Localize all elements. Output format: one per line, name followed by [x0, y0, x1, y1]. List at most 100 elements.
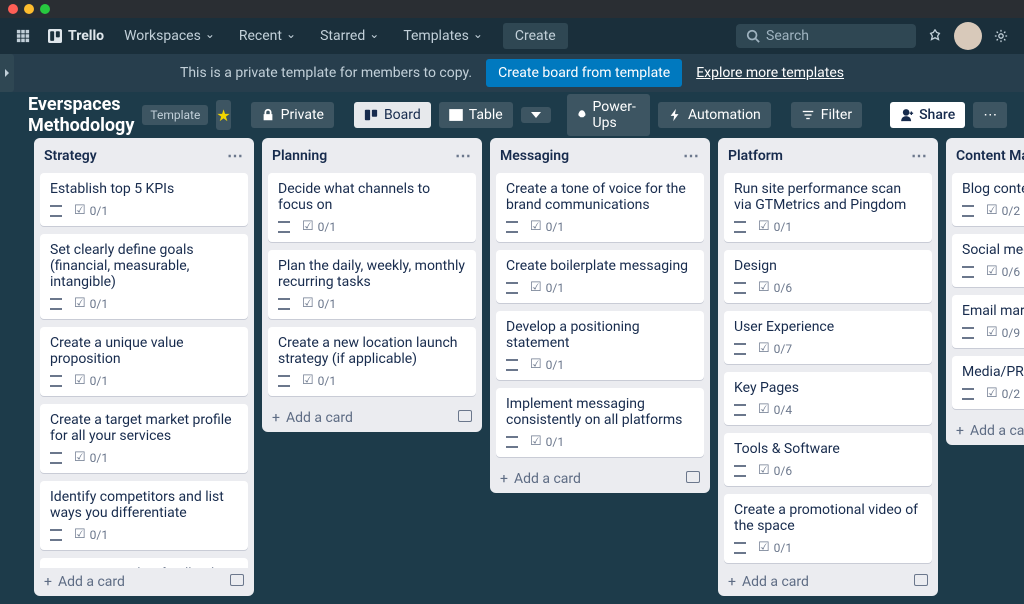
add-card-label: Add a card — [286, 410, 353, 426]
card[interactable]: Media/PR0/2 — [952, 356, 1024, 409]
list-menu-button[interactable]: ⋯ — [911, 146, 928, 165]
card[interactable]: Create a target market profile for all y… — [40, 404, 248, 473]
checklist-icon — [74, 373, 86, 388]
list-menu-button[interactable]: ⋯ — [227, 146, 244, 165]
checklist-count: 0/1 — [546, 281, 564, 295]
search-input[interactable]: Search — [736, 24, 916, 48]
card[interactable]: Plan the daily, weekly, monthly recurrin… — [268, 250, 476, 319]
checklist-icon — [986, 386, 998, 401]
nav-starred[interactable]: Starred — [310, 24, 389, 48]
view-switcher-dropdown[interactable] — [521, 107, 551, 123]
nav-workspaces[interactable]: Workspaces — [114, 24, 225, 48]
settings-gear-icon[interactable] — [986, 21, 1016, 51]
template-badge[interactable]: Template — [142, 105, 208, 125]
card-template-icon[interactable] — [686, 471, 700, 487]
template-banner: This is a private template for members t… — [0, 54, 1024, 92]
card[interactable]: Create a member feedback survey to learn… — [40, 558, 248, 568]
card[interactable]: Create boilerplate messaging0/1 — [496, 250, 704, 303]
checklist-icon — [530, 280, 542, 295]
view-table-button[interactable]: Table — [439, 102, 513, 128]
list-title[interactable]: Content Marketing — [956, 148, 1024, 164]
list-title[interactable]: Planning — [272, 148, 327, 164]
share-button[interactable]: Share — [890, 102, 965, 128]
checklist-badge: 0/1 — [302, 219, 336, 234]
card-badges: 0/1 — [278, 296, 466, 311]
add-card-button[interactable]: +Add a card — [718, 568, 938, 596]
checklist-count: 0/1 — [90, 297, 108, 311]
create-board-from-template-button[interactable]: Create board from template — [486, 59, 682, 87]
card-template-icon[interactable] — [914, 574, 928, 590]
list-header[interactable]: Content Marketing⋯ — [946, 138, 1024, 173]
card[interactable]: Create a unique value proposition0/1 — [40, 327, 248, 396]
card[interactable]: User Experience0/7 — [724, 311, 932, 364]
board-menu-button[interactable]: ⋯ — [973, 102, 1007, 128]
list-header[interactable]: Strategy ⋯ — [34, 138, 254, 173]
automation-button[interactable]: Automation — [658, 102, 771, 128]
card[interactable]: Decide what channels to focus on0/1 — [268, 173, 476, 242]
checklist-icon — [758, 540, 770, 555]
trello-logo[interactable]: Trello — [42, 28, 110, 44]
power-ups-button[interactable]: Power-Ups — [567, 94, 650, 136]
description-icon — [278, 375, 290, 387]
nav-templates[interactable]: Templates — [393, 24, 493, 48]
card[interactable]: Run site performance scan via GTMetrics … — [724, 173, 932, 242]
card[interactable]: Email marketing0/9 — [952, 295, 1024, 348]
card[interactable]: Set clearly define goals (financial, mea… — [40, 234, 248, 319]
user-avatar[interactable] — [954, 22, 982, 50]
add-card-button[interactable]: +Add a card — [262, 404, 482, 432]
apps-grid-icon[interactable] — [8, 21, 38, 51]
create-button[interactable]: Create — [503, 23, 568, 49]
card-title: Key Pages — [734, 380, 922, 396]
list-header[interactable]: Platform ⋯ — [718, 138, 938, 173]
plus-icon: + — [500, 471, 508, 487]
board-canvas[interactable]: Strategy ⋯ Establish top 5 KPIs0/1 Set clea… — [0, 138, 1024, 604]
mac-minimize-icon[interactable] — [24, 4, 34, 14]
list-title[interactable]: Messaging — [500, 148, 569, 164]
card[interactable]: Design0/6 — [724, 250, 932, 303]
board-title[interactable]: Everspaces Methodology — [28, 94, 134, 136]
card[interactable]: Create a promotional video of the space0… — [724, 494, 932, 563]
checklist-count: 0/1 — [318, 297, 336, 311]
checklist-icon — [986, 203, 998, 218]
list-title[interactable]: Platform — [728, 148, 783, 164]
card[interactable]: Identify competitors and list ways you d… — [40, 481, 248, 550]
checklist-badge: 0/1 — [758, 219, 792, 234]
card[interactable]: Develop a positioning statement0/1 — [496, 311, 704, 380]
card[interactable]: Create a new location launch strategy (i… — [268, 327, 476, 396]
mac-close-icon[interactable] — [8, 4, 18, 14]
list-title[interactable]: Strategy — [44, 148, 97, 164]
star-button[interactable]: ★ — [216, 100, 230, 130]
list-header[interactable]: Planning ⋯ — [262, 138, 482, 173]
add-card-label: Add a card — [514, 471, 581, 487]
visibility-private-button[interactable]: Private — [251, 102, 334, 128]
list-header[interactable]: Messaging ⋯ — [490, 138, 710, 173]
nav-recent[interactable]: Recent — [229, 24, 306, 48]
add-card-button[interactable]: +Add a card — [34, 568, 254, 596]
notifications-icon[interactable] — [920, 21, 950, 51]
card[interactable]: Key Pages0/4 — [724, 372, 932, 425]
card[interactable]: Create a tone of voice for the brand com… — [496, 173, 704, 242]
card-template-icon[interactable] — [230, 574, 244, 590]
card[interactable]: Implement messaging consistently on all … — [496, 388, 704, 457]
lock-icon — [261, 108, 275, 122]
card[interactable]: Social media0/6 — [952, 234, 1024, 287]
card[interactable]: Tools & Software0/6 — [724, 433, 932, 486]
card-title: Create a unique value proposition — [50, 335, 238, 367]
add-card-button[interactable]: +Add a card — [946, 417, 1024, 445]
view-board-button[interactable]: Board — [354, 102, 431, 128]
explore-templates-link[interactable]: Explore more templates — [696, 65, 844, 81]
card-template-icon[interactable] — [458, 410, 472, 426]
filter-button[interactable]: Filter — [791, 102, 862, 128]
list-menu-button[interactable]: ⋯ — [683, 146, 700, 165]
table-icon — [449, 108, 463, 122]
checklist-icon — [302, 219, 314, 234]
sidebar-expand-toggle[interactable] — [0, 54, 14, 92]
add-card-button[interactable]: + Add a card — [490, 465, 710, 493]
card-badges: 0/1 — [278, 219, 466, 234]
card[interactable]: Blog content0/2 — [952, 173, 1024, 226]
mac-zoom-icon[interactable] — [40, 4, 50, 14]
card-title: Blog content — [962, 181, 1024, 197]
list-menu-button[interactable]: ⋯ — [455, 146, 472, 165]
chevron-down-icon — [531, 112, 541, 118]
card[interactable]: Establish top 5 KPIs0/1 — [40, 173, 248, 226]
